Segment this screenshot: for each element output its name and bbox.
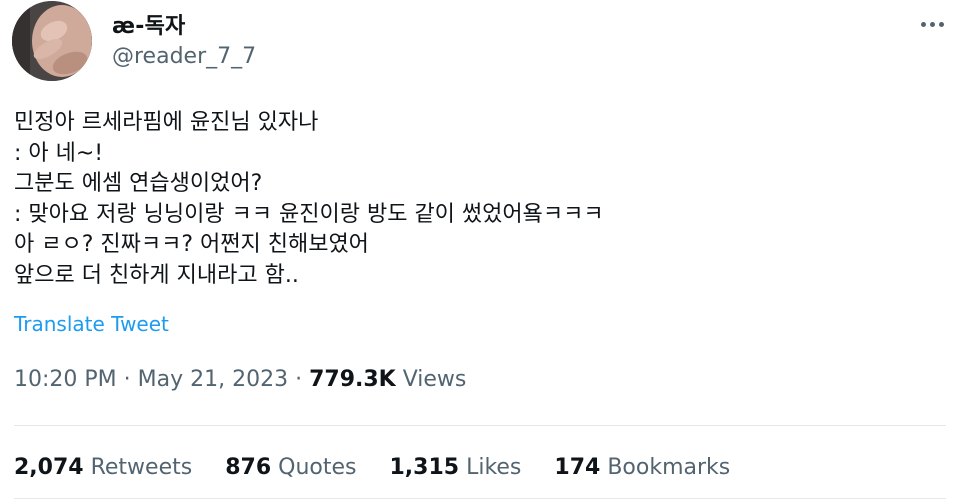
retweets-stat[interactable]: 2,074 Retweets <box>14 455 192 480</box>
avatar-image <box>12 1 92 81</box>
divider <box>14 425 946 426</box>
retweets-count: 2,074 <box>14 455 84 480</box>
tweet-line: 민정아 르세라핌에 윤진님 있자나 <box>14 110 319 135</box>
bookmarks-label: Bookmarks <box>600 455 731 480</box>
retweets-label: Retweets <box>83 455 193 480</box>
meta-separator: · <box>288 367 310 392</box>
more-dot-icon <box>920 21 926 27</box>
avatar[interactable] <box>12 1 92 81</box>
display-name[interactable]: æ-독자 <box>112 8 185 40</box>
tweet-text: 민정아 르세라핌에 윤진님 있자나 : 아 네~! 그분도 에셈 연습생이었어?… <box>14 108 944 291</box>
tweet-meta: 10:20 PM · May 21, 2023 · 779.3K Views <box>14 367 466 392</box>
likes-count: 1,315 <box>389 455 460 480</box>
divider <box>14 498 946 499</box>
likes-label: Likes <box>459 455 522 480</box>
more-dot-icon <box>938 21 944 27</box>
likes-stat[interactable]: 1,315 Likes <box>389 455 521 480</box>
tweet-line: 아 ㄹㅇ? 진짜ㅋㅋ? 어쩐지 친해보였어 <box>14 232 369 257</box>
quotes-count: 876 <box>225 455 272 480</box>
tweet-line: : 맞아요 저랑 닝닝이랑 ㅋㅋ 윤진이랑 방도 같이 썼었어욬ㅋㅋㅋ <box>14 201 604 227</box>
bookmarks-count: 174 <box>554 455 601 480</box>
tweet-line: 앞으로 더 친하게 지내라고 함.. <box>14 262 299 288</box>
user-handle[interactable]: @reader_7_7 <box>112 44 256 69</box>
quotes-stat[interactable]: 876 Quotes <box>225 455 356 480</box>
more-dot-icon <box>929 21 935 27</box>
tweet-date[interactable]: May 21, 2023 <box>138 367 288 392</box>
views-label: Views <box>395 367 467 392</box>
translate-tweet-link[interactable]: Translate Tweet <box>14 312 169 336</box>
more-options-button[interactable] <box>915 10 949 38</box>
tweet-stats: 2,074 Retweets 876 Quotes 1,315 Likes 17… <box>14 455 763 480</box>
tweet-line: : 아 네~! <box>14 140 104 166</box>
tweet-line: 그분도 에셈 연습생이었어? <box>14 171 263 196</box>
meta-separator: · <box>116 367 138 392</box>
views-count: 779.3K <box>309 367 396 392</box>
tweet-time[interactable]: 10:20 PM <box>14 367 117 392</box>
bookmarks-stat[interactable]: 174 Bookmarks <box>554 455 730 480</box>
quotes-label: Quotes <box>271 455 357 480</box>
